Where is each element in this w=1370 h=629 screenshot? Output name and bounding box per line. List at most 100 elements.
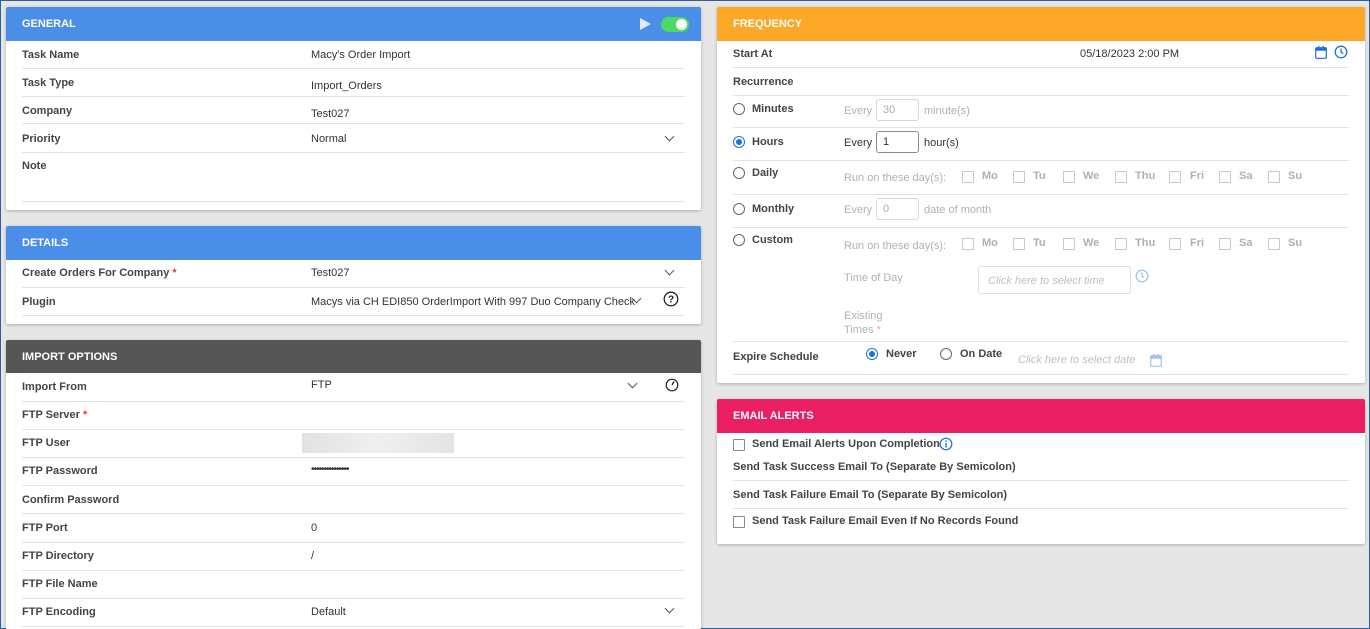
monthly-radio[interactable]: [733, 203, 745, 215]
calendar-icon[interactable]: [1150, 354, 1162, 367]
plugin-row[interactable]: Plugin Macys via CH EDI850 OrderImport W…: [22, 288, 685, 316]
create-orders-row[interactable]: Create Orders For Company * Test027: [22, 260, 685, 288]
ftp-server-row[interactable]: FTP Server *: [22, 402, 685, 430]
recurrence-row: Recurrence: [733, 68, 1349, 96]
hours-input[interactable]: [876, 131, 919, 153]
ftp-port-value[interactable]: 0: [311, 522, 317, 534]
expire-never-radio[interactable]: [866, 348, 878, 360]
chevron-down-icon[interactable]: [664, 265, 675, 276]
company-value[interactable]: Test027: [311, 108, 350, 120]
hours-radio[interactable]: [733, 136, 745, 148]
info-dial-icon[interactable]: [665, 378, 679, 392]
task-type-value[interactable]: Import_Orders: [311, 80, 382, 92]
import-from-value[interactable]: FTP: [311, 379, 332, 391]
custom-day-mo-label: Mo: [982, 237, 998, 249]
daily-day-thu-checkbox[interactable]: [1115, 171, 1127, 183]
ftp-user-row[interactable]: FTP User: [22, 430, 685, 458]
question-circle-icon[interactable]: ?: [663, 291, 679, 307]
plugin-value[interactable]: Macys via CH EDI850 OrderImport With 997…: [311, 296, 636, 308]
ftp-port-row[interactable]: FTP Port 0: [22, 514, 685, 543]
required-marker: *: [82, 409, 88, 421]
import-from-row[interactable]: Import From FTP: [22, 373, 685, 402]
daily-day-sa-label: Sa: [1239, 170, 1253, 182]
send-on-completion-checkbox[interactable]: [733, 439, 745, 451]
clock-icon[interactable]: [1334, 45, 1348, 59]
chevron-down-icon[interactable]: [627, 378, 638, 389]
start-at-value[interactable]: 05/18/2023 2:00 PM: [1080, 48, 1179, 60]
create-orders-value[interactable]: Test027: [311, 267, 350, 279]
import-from-label: Import From: [22, 381, 87, 393]
daily-radio[interactable]: [733, 167, 745, 179]
daily-day-fri-checkbox[interactable]: [1169, 171, 1181, 183]
ftp-password-label: FTP Password: [22, 465, 98, 477]
task-name-value[interactable]: Macy's Order Import: [311, 49, 410, 61]
recurrence-label: Recurrence: [733, 76, 794, 88]
custom-day-mo-checkbox[interactable]: [962, 238, 974, 250]
ftp-user-redacted[interactable]: [302, 433, 454, 453]
custom-day-thu-checkbox[interactable]: [1115, 238, 1127, 250]
daily-day-fri-label: Fri: [1190, 170, 1205, 182]
custom-radio[interactable]: [733, 234, 745, 246]
minutes-input[interactable]: [876, 99, 919, 121]
failure-email-row[interactable]: Send Task Failure Email To (Separate By …: [733, 481, 1349, 509]
time-of-day-input[interactable]: Click here to select time: [978, 266, 1131, 294]
ftp-password-row[interactable]: FTP Password •••••••••••••••: [22, 458, 685, 486]
expire-on-date-radio[interactable]: [940, 348, 952, 360]
confirm-password-row[interactable]: Confirm Password: [22, 486, 685, 514]
daily-day-sa-checkbox[interactable]: [1219, 171, 1231, 183]
priority-row[interactable]: Priority Normal: [22, 124, 685, 153]
success-email-row[interactable]: Send Task Success Email To (Separate By …: [733, 455, 1349, 481]
custom-day-su-checkbox[interactable]: [1268, 238, 1280, 250]
info-circle-icon[interactable]: [939, 437, 953, 451]
custom-day-we-checkbox[interactable]: [1063, 238, 1075, 250]
minutes-row: Minutes Every minute(s): [733, 96, 1349, 128]
daily-day-su-checkbox[interactable]: [1268, 171, 1280, 183]
import-options-header: IMPORT OPTIONS: [6, 340, 701, 373]
ftp-server-label-text: FTP Server: [22, 409, 80, 421]
start-at-row[interactable]: Start At 05/18/2023 2:00 PM: [733, 41, 1349, 68]
custom-day-sa-checkbox[interactable]: [1219, 238, 1231, 250]
ftp-directory-value[interactable]: /: [311, 550, 314, 562]
ftp-password-value[interactable]: •••••••••••••••: [311, 464, 350, 475]
import-options-panel: IMPORT OPTIONS Import From FTP FTP Serve…: [6, 340, 701, 629]
general-panel: GENERAL Task Name Macy's Order Import Ta…: [6, 7, 701, 210]
ftp-file-name-row[interactable]: FTP File Name: [22, 571, 685, 599]
minutes-unit: minute(s): [924, 105, 970, 117]
daily-day-tu-checkbox[interactable]: [1013, 171, 1025, 183]
ftp-file-name-label: FTP File Name: [22, 578, 98, 590]
general-title: GENERAL: [22, 18, 76, 30]
daily-row: Daily Run on these day(s): Mo Tu We Thu …: [733, 161, 1349, 195]
chevron-down-icon[interactable]: [664, 603, 675, 614]
custom-day-tu-checkbox[interactable]: [1013, 238, 1025, 250]
ftp-encoding-value[interactable]: Default: [311, 606, 346, 618]
daily-run-on-label: Run on these day(s):: [844, 172, 947, 184]
custom-day-fri-checkbox[interactable]: [1169, 238, 1181, 250]
calendar-icon[interactable]: [1315, 46, 1327, 59]
custom-day-tu-label: Tu: [1033, 237, 1046, 249]
minutes-radio[interactable]: [733, 103, 745, 115]
company-label: Company: [22, 105, 73, 117]
minutes-every-label: Every: [844, 105, 873, 117]
custom-row: Custom Run on these day(s): Mo Tu We Thu…: [733, 228, 1349, 342]
play-icon[interactable]: [640, 18, 651, 30]
priority-value[interactable]: Normal: [311, 133, 346, 145]
expire-date-placeholder[interactable]: Click here to select date: [1018, 354, 1135, 366]
daily-day-mo-checkbox[interactable]: [962, 171, 974, 183]
daily-day-we-checkbox[interactable]: [1063, 171, 1075, 183]
daily-day-tu-label: Tu: [1033, 170, 1046, 182]
custom-day-fri-label: Fri: [1190, 237, 1205, 249]
ftp-encoding-label: FTP Encoding: [22, 606, 96, 618]
task-type-row: Task Type Import_Orders: [22, 69, 685, 97]
clock-icon[interactable]: [1135, 269, 1149, 283]
start-at-label: Start At: [733, 48, 773, 60]
failure-no-records-checkbox[interactable]: [733, 516, 745, 528]
ftp-directory-row[interactable]: FTP Directory /: [22, 543, 685, 571]
details-title: DETAILS: [22, 237, 69, 249]
enabled-toggle[interactable]: [661, 17, 689, 32]
monthly-row: Monthly Every date of month: [733, 195, 1349, 228]
ftp-encoding-row[interactable]: FTP Encoding Default: [22, 599, 685, 627]
hours-every-label: Every: [844, 137, 873, 149]
task-type-label: Task Type: [22, 77, 75, 89]
chevron-down-icon[interactable]: [664, 131, 675, 142]
monthly-input[interactable]: [876, 198, 919, 220]
